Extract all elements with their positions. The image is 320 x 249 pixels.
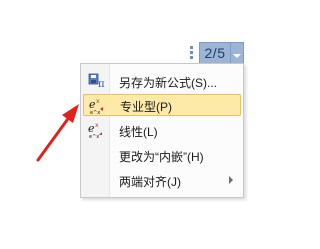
svg-text:x: x <box>95 122 99 129</box>
menu-item-label: 更改为“内嵌”(H) <box>119 150 204 164</box>
svg-text:x: x <box>96 98 100 105</box>
equation-options-button[interactable] <box>231 42 244 64</box>
save-as-formula-icon: π <box>88 73 105 90</box>
menu-item-label: 另存为新公式(S)... <box>119 76 217 90</box>
chevron-down-icon <box>233 54 241 58</box>
chevron-right-icon <box>229 176 233 184</box>
svg-text:e^x: e^x <box>89 134 99 139</box>
menu-item-save-as-new-formula[interactable]: π 另存为新公式(S)... <box>83 70 241 92</box>
menu-item-linear[interactable]: e x e^x 线性(L) <box>83 119 241 141</box>
menu-item-justify[interactable]: 两端对齐(J) <box>83 169 241 191</box>
menu-item-professional[interactable]: e x e^x 专业型(P) <box>83 94 241 116</box>
professional-format-icon: e x e^x <box>89 98 103 115</box>
drag-handle[interactable] <box>187 43 197 63</box>
page-indicator: 2/5 <box>199 42 231 64</box>
linear-format-icon: e x e^x <box>88 122 102 139</box>
menu-item-label: 两端对齐(J) <box>119 175 181 189</box>
svg-text:e^x: e^x <box>90 110 100 115</box>
svg-text:π: π <box>98 79 105 90</box>
menu-item-change-to-inline[interactable]: 更改为“内嵌”(H) <box>83 144 241 166</box>
equation-options-menu: π 另存为新公式(S)... e x e^x 专业型(P) e x e^x 线性… <box>80 63 244 198</box>
menu-item-label: 专业型(P) <box>120 100 172 114</box>
menu-item-label: 线性(L) <box>119 125 158 139</box>
